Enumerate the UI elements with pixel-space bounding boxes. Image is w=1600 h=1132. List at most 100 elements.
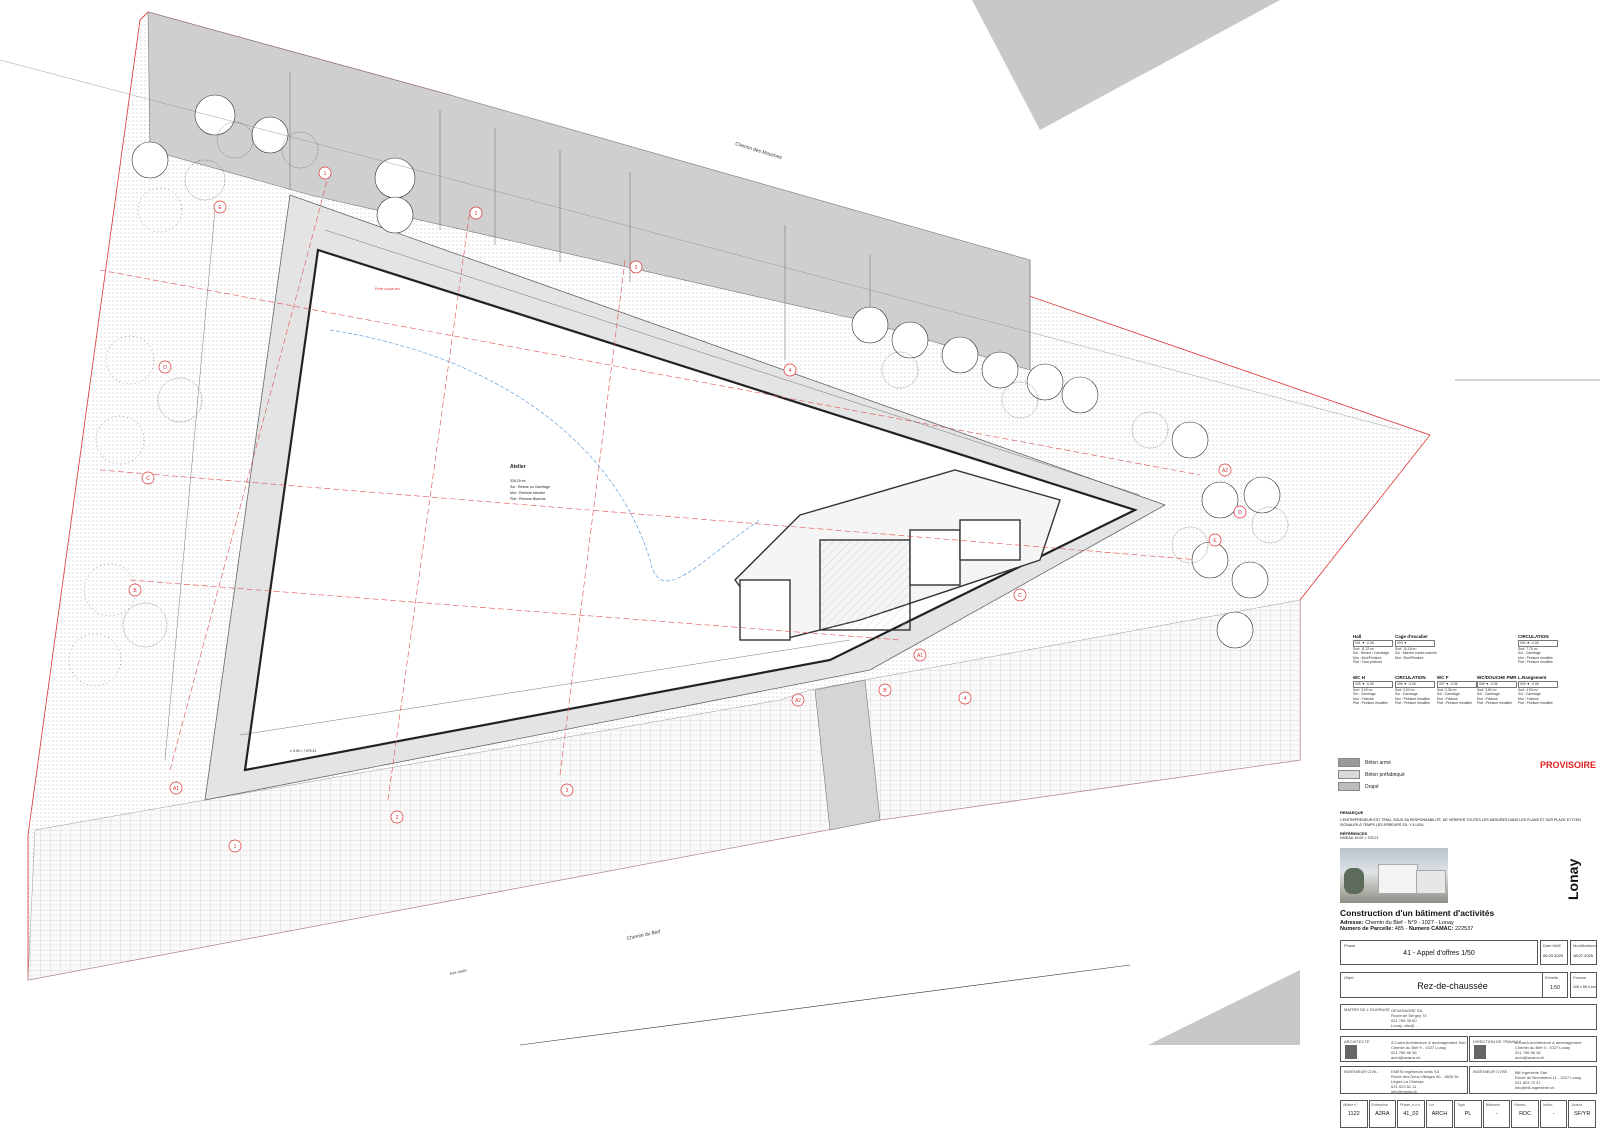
code-label: Bâtiment [1485, 1103, 1500, 1107]
code-cell: Auteur SF/YR [1568, 1100, 1596, 1128]
scale-box: Echelle 1:50 [1542, 972, 1568, 998]
room-card: Hall 001 ▼ -0.06 Surf: 11,22 m² Sol : Résin… [1353, 634, 1393, 665]
code-cell: Phase_n.n.n 41_02 [1397, 1100, 1425, 1128]
phase-box: Phase 41 - Appel d'offres 1/50 [1340, 940, 1538, 965]
room-card-line: Plaf : Peinture émaillée [1395, 701, 1430, 706]
axis-1-bottom: 1 [234, 844, 237, 850]
code-cell: Entreprise A2RA [1368, 1100, 1397, 1128]
room-card-line: 001 ▼ -0.06 [1353, 640, 1393, 647]
remark-block: REMARQUE L'ENTREPRENEUR EST TENU, SOUS S… [1340, 810, 1595, 840]
modifications-box: Modifications 18.07.2025 [1570, 940, 1597, 965]
room-card-line: Plaf : Peinture émaillée [1437, 701, 1472, 706]
modifications-value: 18.07.2025 [1573, 953, 1594, 958]
code-label: Indice [1542, 1103, 1553, 1107]
axis-2-bottom: 2 [396, 815, 399, 821]
objet-box: Objet Rez-de-chaussée [1340, 972, 1565, 998]
street-label-bottom-left: Axe route [449, 967, 468, 976]
code-label: Phase_n.n.n [1400, 1103, 1421, 1107]
code-label: Entreprise [1371, 1103, 1388, 1107]
code-value: - [1495, 1111, 1498, 1117]
axis-3-bottom: 3 [566, 788, 569, 794]
atelier-mur: Mur : Peinture blanche [510, 491, 545, 495]
code-value: 41_02 [1403, 1111, 1419, 1117]
legend-label-2: Béton préfabriqué [1365, 772, 1405, 778]
neighbour-building-top [972, 0, 1280, 130]
axis-d: D [163, 365, 167, 371]
parcel-label: Numero de Parcelle: [1340, 926, 1394, 932]
room-card-line: Plaf : Peinture émaillée [1518, 701, 1553, 706]
code-label: Lot [1428, 1103, 1434, 1107]
room-card-line: Plaf : Peinture émaillée [1477, 701, 1512, 706]
axis-a2-bottom: A2 [795, 698, 801, 704]
cvse-line-4: info@bill-ingenierie.ch [1515, 1085, 1555, 1090]
room-card: CIRCULATION 004 ▼ -0.06 Surf: 7,70 m² Sol :… [1518, 634, 1558, 665]
street-label-bottom: Chemin du Bief [626, 929, 661, 942]
legend-swatch-1 [1338, 758, 1360, 767]
room-card-line: Plaf : Peinture émaillée [1353, 701, 1388, 706]
atelier-plaf: Plaf : Peinture Blanche [510, 497, 546, 501]
code-value: RDC [1519, 1111, 1532, 1117]
legend-swatch-2 [1338, 770, 1360, 779]
room-card-line: 007 ▼ -0.06 [1437, 681, 1477, 688]
direction-logo [1474, 1045, 1486, 1059]
modifications-label: Modifications [1573, 943, 1597, 948]
code-value: A2RA [1375, 1111, 1390, 1117]
axis-2-top: 2 [475, 211, 478, 217]
axis-a1: A1 [173, 786, 179, 792]
room-card-line: 003 ▼ [1395, 640, 1435, 647]
location-title: Lonay [1565, 858, 1581, 900]
code-label: Niveau [1514, 1103, 1526, 1107]
street-label-top: Chemin des Mouches [734, 141, 782, 161]
cvse-label: INGÉNIEUR CVSE : [1473, 1069, 1510, 1074]
room-card: WC F 007 ▼ -0.06 Surf: 2,36 m² Sol : Carrel… [1437, 675, 1477, 706]
axis-c-right: C [1018, 593, 1022, 599]
axis-4-top: 4 [789, 368, 792, 374]
owner-line-4: Lonay, info@... [1391, 1023, 1418, 1028]
code-cell: Indice - [1539, 1100, 1568, 1128]
atelier-sol: Sol : Résine ou Carrelage [510, 485, 550, 489]
architect-logo [1345, 1045, 1357, 1059]
status-stamp: PROVISOIRE [1540, 760, 1597, 770]
room-card: WC/DOUCHE PMR 008 ▼ -0.06 Surf: 3,80 m² Sol… [1477, 675, 1517, 706]
room-card-line: 006 ▼ -0.06 [1395, 681, 1435, 688]
room-card-line: Plaf : Peinture émaillée [1518, 660, 1553, 665]
references-text: NIVEAU ±0.00 = 375.21 [1340, 836, 1379, 840]
room-card-line: 005 ▼ -0.06 [1353, 681, 1393, 688]
civil-box: INGÉNIEUR CIVIL : EMESI ingénieurs civil… [1340, 1066, 1468, 1094]
axis-4-bottom: 4 [964, 696, 967, 702]
code-cell: Type PL [1454, 1100, 1482, 1128]
neighbour-building-bottom [1148, 970, 1300, 1045]
room-card-line: 008 ▼ -0.06 [1477, 681, 1517, 688]
date-value: 06.03.2025 [1543, 953, 1564, 958]
code-cell: Lot ARCH [1425, 1100, 1454, 1128]
objet-label: Objet [1344, 975, 1354, 980]
project-info: Construction d'un bâtiment d'activités A… [1340, 908, 1580, 932]
room-card: L.Rangement 009 ▼ -0.06 Surf: 4,93 m² Sol :… [1518, 675, 1558, 706]
phase-label: Phase [1344, 943, 1356, 948]
atelier-name: Atelier [510, 464, 526, 470]
remark-text: L'ENTREPRENEUR EST TENU, SOUS SA RESPONS… [1340, 818, 1581, 827]
phase-value: 41 - Appel d'offres 1/50 [1403, 950, 1475, 957]
direction-box: DIRECTION DE TRAVAUX A.Carrà Architectur… [1469, 1036, 1597, 1062]
camac-label: Numero CAMAC: [1408, 926, 1454, 932]
axis-3-top: 3 [635, 265, 638, 271]
legend-label-3: Drapé [1365, 784, 1379, 790]
room-card: CIRCULATION 006 ▼ -0.06 Surf: 3,53 m² Sol :… [1395, 675, 1435, 706]
code-cell: Bâtiment - [1482, 1100, 1511, 1128]
civil-line-5: info@emesi.ch [1391, 1089, 1418, 1094]
objet-value: Rez-de-chaussée [1417, 981, 1488, 991]
parcel-value: 485 [1394, 926, 1404, 932]
date-box: Date MAE 06.03.2025 [1540, 940, 1568, 965]
direction-label: DIRECTION DE TRAVAUX [1473, 1039, 1522, 1044]
owner-label: MAÎTRE DE L'OUVRAGE [1344, 1007, 1390, 1012]
owner-box: MAÎTRE DE L'OUVRAGE GEVASAGRE SA Route d… [1340, 1004, 1597, 1030]
document-codes-row: Affaire n° 1122 Entreprise A2RA Phase_n.n.n 4… [1340, 1100, 1597, 1128]
legend-label-1: Béton armé [1365, 760, 1391, 766]
code-label: Auteur [1571, 1103, 1583, 1107]
remark-title: REMARQUE [1340, 810, 1364, 815]
axis-d-right: D [1238, 510, 1242, 516]
format-label: Format [1573, 975, 1586, 980]
format-value: 100 x 59.4 cm [1573, 985, 1596, 989]
date-label: Date MAE [1543, 943, 1562, 948]
code-label: Affaire n° [1343, 1103, 1358, 1107]
